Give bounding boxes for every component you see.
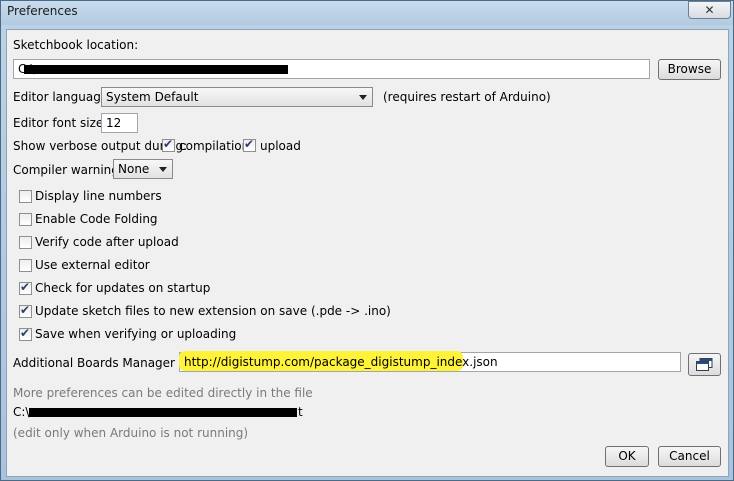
verify-after-upload-checkbox[interactable] bbox=[19, 236, 32, 249]
checkmark-icon: ✔ bbox=[244, 137, 255, 151]
compilation-label: compilation bbox=[179, 139, 250, 153]
use-external-editor-checkbox[interactable] bbox=[19, 259, 32, 272]
checkmark-icon: ✔ bbox=[20, 326, 31, 340]
option-label: Enable Code Folding bbox=[35, 212, 158, 226]
compiler-warnings-label: Compiler warnings: bbox=[13, 163, 130, 177]
compiler-warnings-value: None bbox=[118, 162, 150, 176]
display-line-numbers-checkbox[interactable] bbox=[19, 190, 32, 203]
editor-language-value: System Default bbox=[106, 90, 199, 104]
option-label: Use external editor bbox=[35, 258, 150, 272]
boards-manager-url-text: http://digistump.com/package_digistump_i… bbox=[184, 355, 498, 369]
compilation-checkbox[interactable]: ✔ bbox=[162, 137, 175, 152]
redacted-path bbox=[29, 408, 297, 417]
font-size-value: 12 bbox=[106, 116, 122, 130]
edit-urls-button[interactable] bbox=[688, 353, 721, 376]
enable-code-folding-checkbox[interactable] bbox=[19, 213, 32, 226]
update-extension-checkbox[interactable]: ✔ bbox=[19, 303, 32, 318]
editor-language-label: Editor language: bbox=[13, 90, 113, 104]
edit-only-note: (edit only when Arduino is not running) bbox=[13, 426, 249, 440]
check-updates-checkbox[interactable]: ✔ bbox=[19, 280, 32, 295]
option-label: Update sketch files to new extension on … bbox=[35, 304, 391, 318]
font-size-label: Editor font size: bbox=[13, 116, 108, 130]
compiler-warnings-select[interactable]: None bbox=[113, 159, 173, 179]
close-icon: ✕ bbox=[704, 3, 715, 17]
preferences-panel: Sketchbook location: C:\ Browse Editor l… bbox=[6, 29, 729, 477]
editor-language-select[interactable]: System Default bbox=[101, 87, 373, 107]
cancel-button[interactable]: Cancel bbox=[658, 446, 721, 467]
option-label: Check for updates on startup bbox=[35, 281, 211, 295]
more-preferences-note: More preferences can be edited directly … bbox=[13, 386, 313, 400]
title-bar[interactable]: Preferences ✕ bbox=[1, 1, 733, 25]
checkmark-icon: ✔ bbox=[20, 303, 31, 317]
close-button[interactable]: ✕ bbox=[688, 1, 731, 19]
ok-button[interactable]: OK bbox=[605, 446, 649, 467]
preferences-file-path-suffix: t bbox=[298, 405, 303, 419]
preferences-file-path-prefix: C:\ bbox=[13, 405, 30, 419]
checkmark-icon: ✔ bbox=[20, 280, 31, 294]
preferences-window: Preferences ✕ Sketchbook location: C:\ B… bbox=[0, 0, 734, 481]
option-label: Save when verifying or uploading bbox=[35, 327, 237, 341]
checkmark-icon: ✔ bbox=[163, 137, 174, 151]
redacted-path bbox=[24, 65, 288, 74]
language-restart-note: (requires restart of Arduino) bbox=[383, 90, 551, 104]
chevron-down-icon bbox=[359, 95, 367, 100]
window-title: Preferences bbox=[7, 4, 78, 18]
window-list-icon bbox=[696, 358, 713, 371]
save-when-verifying-checkbox[interactable]: ✔ bbox=[19, 326, 32, 341]
chevron-down-icon bbox=[159, 167, 167, 172]
browse-button[interactable]: Browse bbox=[658, 59, 721, 80]
sketchbook-label: Sketchbook location: bbox=[13, 38, 139, 52]
font-size-input[interactable]: 12 bbox=[101, 113, 138, 133]
upload-checkbox[interactable]: ✔ bbox=[243, 137, 256, 152]
option-label: Display line numbers bbox=[35, 189, 162, 203]
option-label: Verify code after upload bbox=[35, 235, 179, 249]
upload-label: upload bbox=[260, 139, 301, 153]
